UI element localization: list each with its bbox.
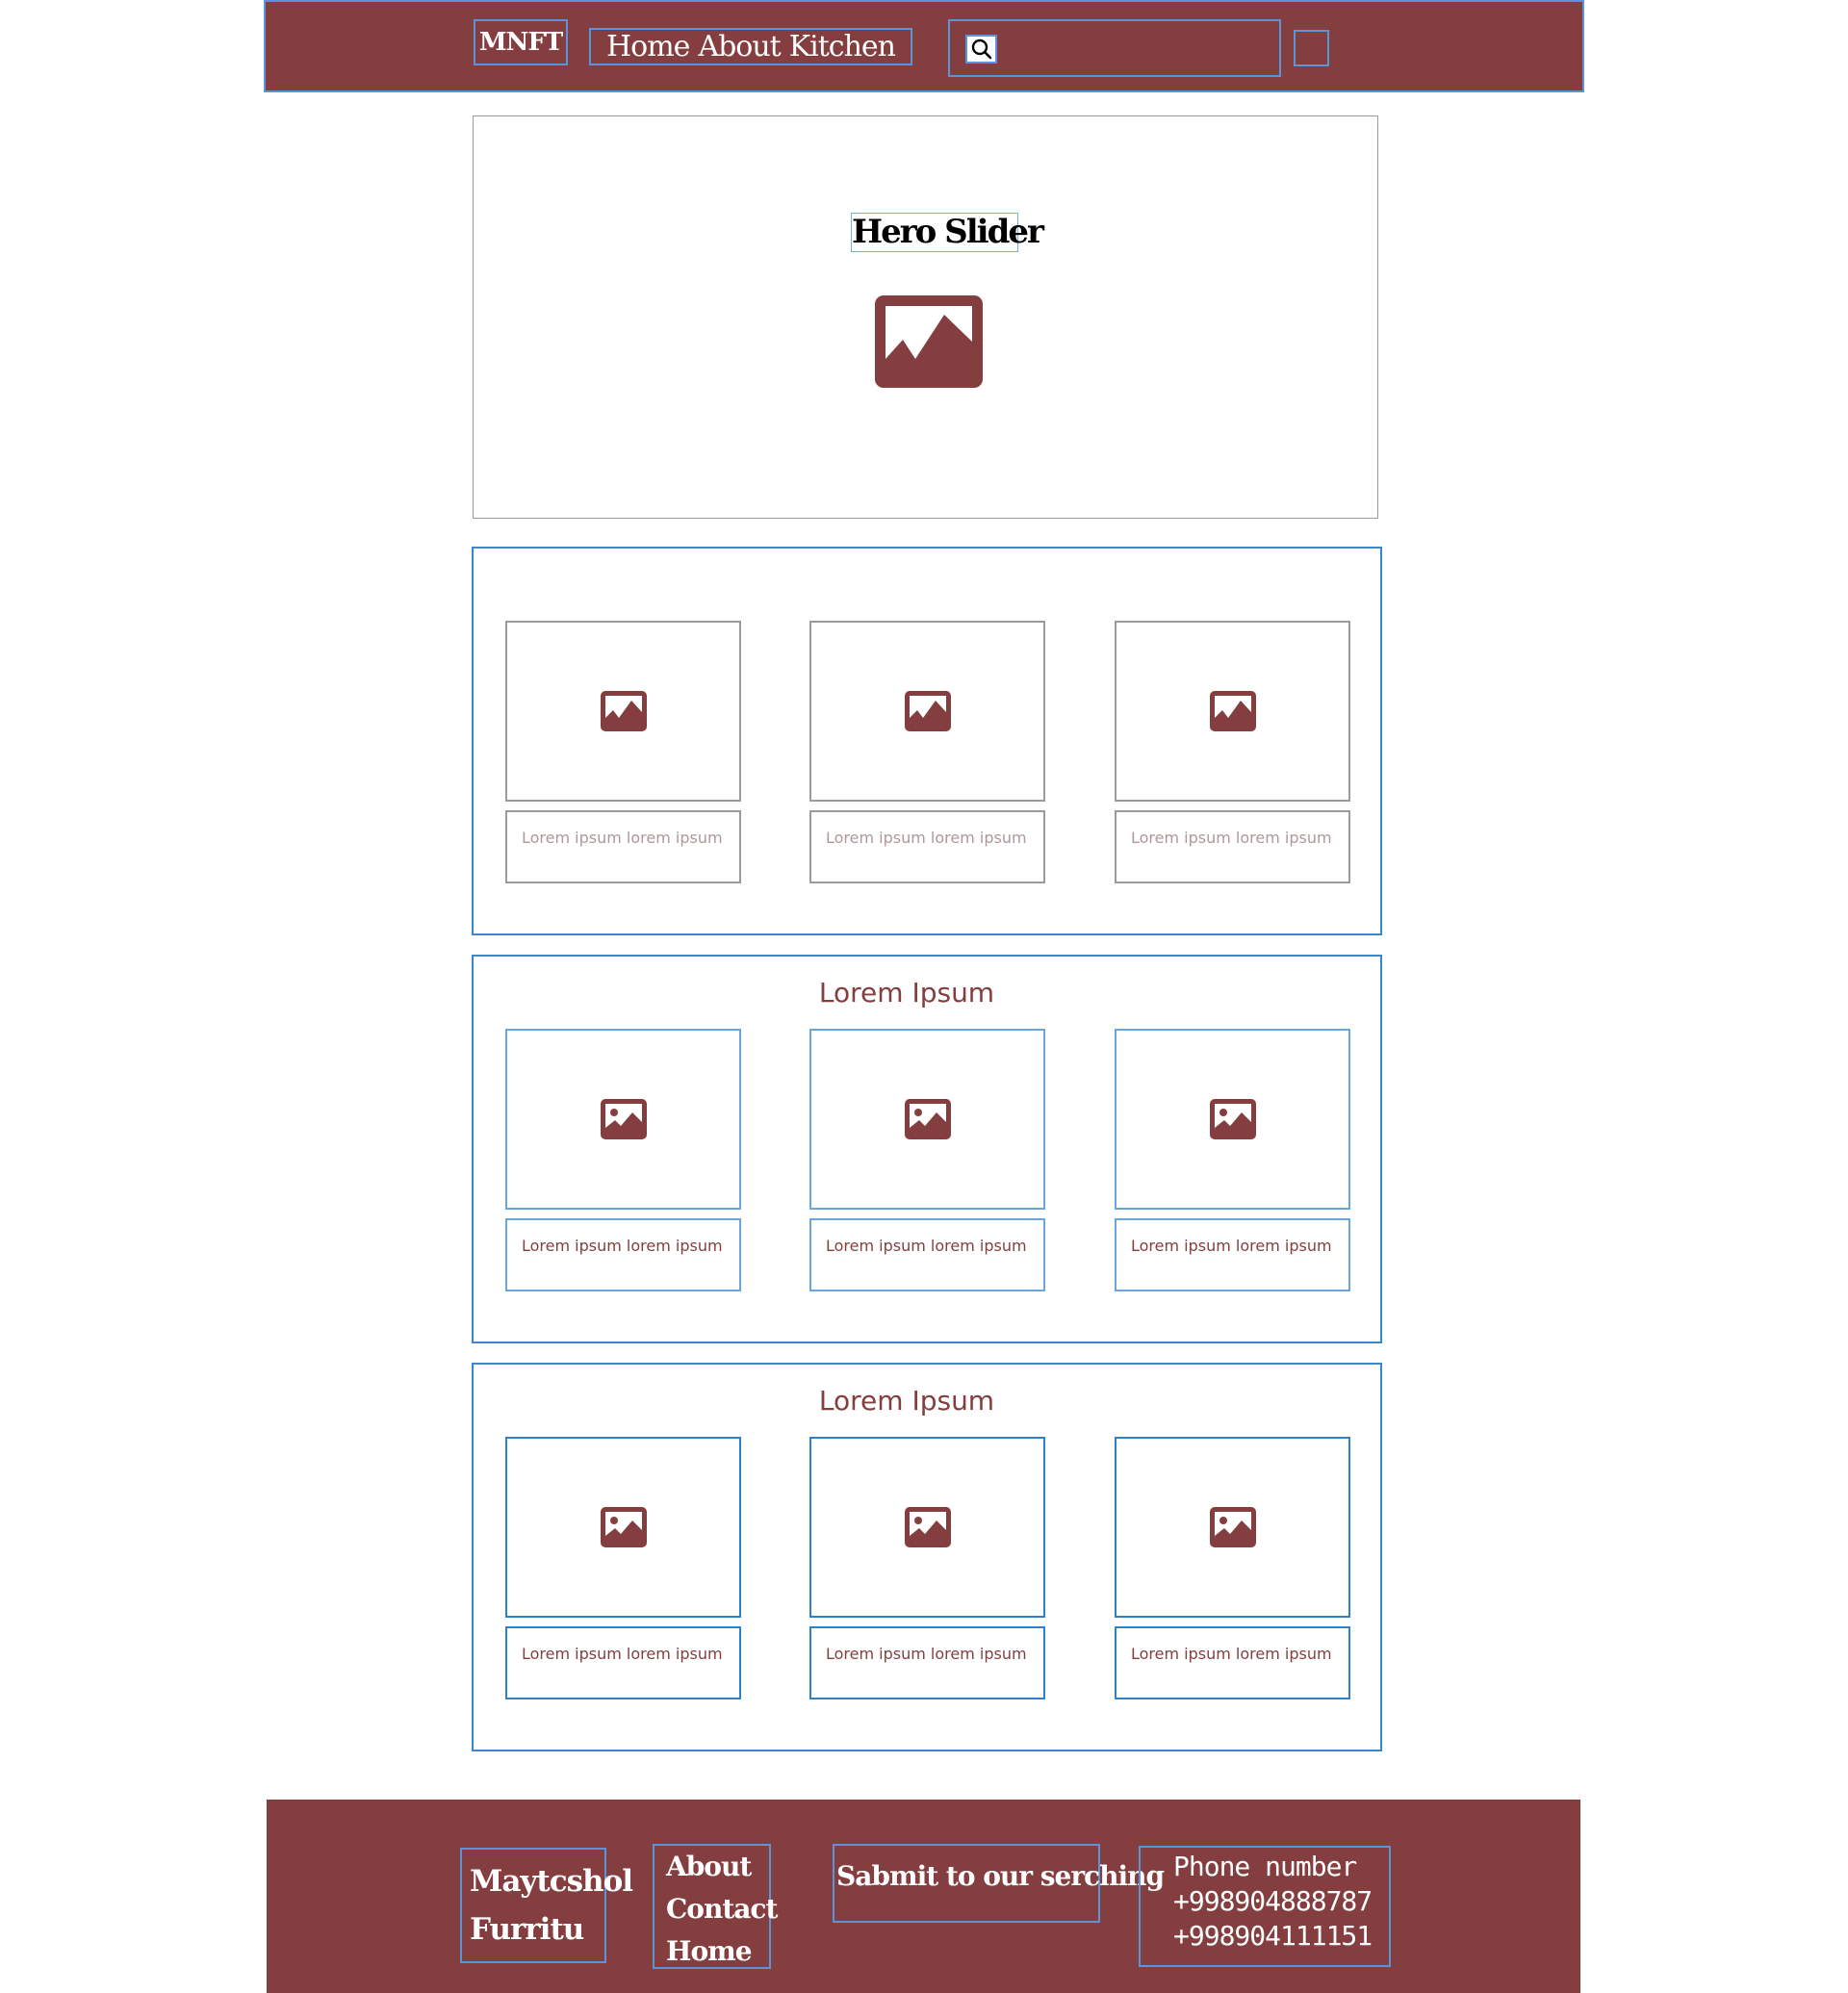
search-input[interactable] <box>1008 31 1268 67</box>
nav-link-about[interactable]: About <box>698 30 781 64</box>
product-caption[interactable]: Lorem ipsum lorem ipsum <box>505 810 741 883</box>
page: MNFT Home About Kitchen Hero Slider Lore… <box>0 0 1848 1993</box>
footer-link-home[interactable]: Home <box>666 1930 769 1973</box>
footer-brand-line: Maytcshol <box>470 1864 633 1899</box>
image-icon <box>1209 1099 1256 1139</box>
product-image-card[interactable] <box>505 621 741 802</box>
product-section-1: Lorem ipsum lorem ipsum Lorem ipsum lore… <box>472 547 1382 935</box>
footer-link-contact[interactable]: Contact <box>666 1888 778 1930</box>
image-icon <box>904 691 951 731</box>
product-image-card[interactable] <box>1115 1029 1350 1210</box>
footer-brand: Maytcshol Furritu <box>460 1848 633 1963</box>
footer: Maytcshol Furritu About Contact Home Sab… <box>267 1800 1580 1993</box>
footer-submit-button[interactable]: Sabmit to our serching <box>833 1844 1165 1923</box>
image-icon <box>600 691 647 731</box>
hero-title: Hero Slider <box>851 213 1044 252</box>
product-image-card[interactable] <box>505 1437 741 1618</box>
nav-menu: Home About Kitchen <box>589 28 912 65</box>
product-image-card[interactable] <box>809 1437 1045 1618</box>
section-title: Lorem Ipsum <box>818 977 995 1009</box>
header-square-button[interactable] <box>1294 30 1329 66</box>
footer-brand-line: Furritu <box>470 1912 584 1947</box>
product-image-card[interactable] <box>809 621 1045 802</box>
product-image-card[interactable] <box>1115 1437 1350 1618</box>
product-caption[interactable]: Lorem ipsum lorem ipsum <box>809 810 1045 883</box>
image-icon <box>1209 691 1256 731</box>
image-icon <box>1209 1507 1256 1547</box>
product-caption[interactable]: Lorem ipsum lorem ipsum <box>1115 810 1350 883</box>
product-caption[interactable]: Lorem ipsum lorem ipsum <box>809 1218 1045 1291</box>
product-caption[interactable]: Lorem ipsum lorem ipsum <box>1115 1218 1350 1291</box>
nav-link-kitchen[interactable]: Kitchen <box>789 30 896 64</box>
product-image-card[interactable] <box>1115 621 1350 802</box>
product-section-2: Lorem Ipsum Lorem ipsum lorem ipsum Lore… <box>472 955 1382 1343</box>
image-icon <box>904 1507 951 1547</box>
brand-logo[interactable]: MNFT <box>474 19 568 65</box>
product-image-card[interactable] <box>809 1029 1045 1210</box>
product-section-3: Lorem Ipsum Lorem ipsum lorem ipsum Lore… <box>472 1363 1382 1751</box>
image-icon <box>904 1099 951 1139</box>
product-caption[interactable]: Lorem ipsum lorem ipsum <box>505 1626 741 1699</box>
image-icon <box>875 295 983 388</box>
footer-contact: Phone number +998904888787 +998904111151 <box>1139 1846 1391 1967</box>
hero-slider[interactable]: Hero Slider <box>473 115 1378 519</box>
phone-number[interactable]: +998904111151 <box>1173 1919 1389 1954</box>
image-icon <box>600 1507 647 1547</box>
footer-links: About Contact Home <box>653 1844 778 1969</box>
search-button[interactable] <box>965 35 997 64</box>
phone-label: Phone number <box>1173 1851 1357 1882</box>
product-caption[interactable]: Lorem ipsum lorem ipsum <box>809 1626 1045 1699</box>
section-title: Lorem Ipsum <box>818 1385 995 1417</box>
search-box <box>948 19 1281 77</box>
nav-link-home[interactable]: Home <box>606 30 690 64</box>
footer-link-about[interactable]: About <box>666 1846 769 1888</box>
product-image-card[interactable] <box>505 1029 741 1210</box>
header-bar: MNFT Home About Kitchen <box>264 0 1584 92</box>
product-caption[interactable]: Lorem ipsum lorem ipsum <box>1115 1626 1350 1699</box>
product-caption[interactable]: Lorem ipsum lorem ipsum <box>505 1218 741 1291</box>
search-icon <box>971 38 991 60</box>
phone-number[interactable]: +998904888787 <box>1173 1884 1389 1919</box>
image-icon <box>600 1099 647 1139</box>
